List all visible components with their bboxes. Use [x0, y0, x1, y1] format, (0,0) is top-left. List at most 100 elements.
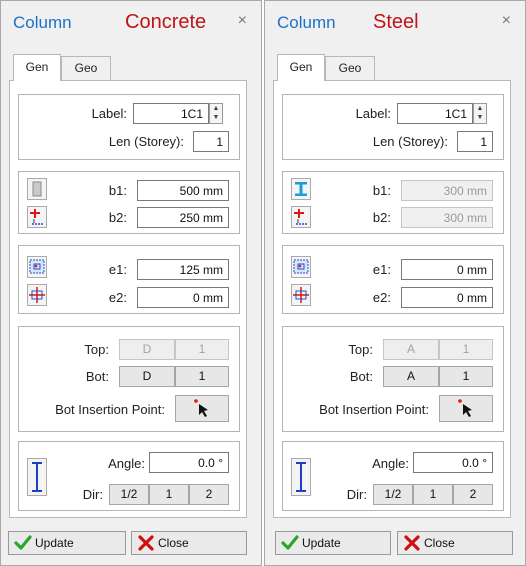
cross-icon — [136, 533, 156, 560]
tab-gen[interactable]: Gen — [277, 54, 325, 81]
bot-caption: Bot: — [349, 369, 373, 384]
chevron-up-icon: ▲ — [476, 105, 484, 112]
insertion-cross-icon — [294, 209, 308, 225]
label-group: Label: ▲ ▼ Len (Storey): — [18, 94, 240, 160]
tab-gen[interactable]: Gen — [13, 54, 61, 81]
dir-half-button[interactable]: 1/2 — [109, 484, 149, 505]
section-position-button[interactable] — [27, 206, 47, 228]
b2-input[interactable] — [137, 207, 229, 228]
rect-section-icon — [32, 181, 42, 197]
panel-title: Column — [277, 13, 336, 32]
label-input[interactable] — [397, 103, 473, 124]
bot-storey-button[interactable]: 1 — [439, 366, 493, 387]
label-input[interactable] — [133, 103, 209, 124]
column-type-label: Concrete — [125, 11, 207, 33]
levels-group: Top: A 1 Bot: A 1 Bot Insertion Point: — [282, 326, 504, 432]
update-label: Update — [35, 536, 74, 550]
e1-button[interactable] — [27, 256, 47, 278]
label-spinner[interactable]: ▲ ▼ — [473, 103, 487, 124]
update-button[interactable]: Update — [8, 531, 126, 555]
orientation-group: Angle: Dir: 1/2 1 2 — [18, 441, 240, 511]
panel-title: Column — [13, 13, 72, 32]
e1-button[interactable] — [291, 256, 311, 278]
insertion-cross-icon — [30, 209, 44, 225]
eccentricity-axis-icon — [29, 287, 45, 303]
b1-input[interactable] — [137, 180, 229, 201]
label-spinner[interactable]: ▲ ▼ — [209, 103, 223, 124]
chevron-down-icon: ▼ — [212, 114, 220, 121]
section-group: b1: b2: — [18, 171, 240, 234]
top-caption: Top: — [84, 342, 109, 357]
orientation-button[interactable] — [27, 458, 47, 496]
close-button[interactable]: Close — [131, 531, 247, 555]
label-group: Label: ▲ ▼ Len (Storey): — [282, 94, 504, 160]
close-button[interactable]: Close — [397, 531, 513, 555]
bot-storey-button[interactable]: 1 — [175, 366, 229, 387]
label-caption: Label: — [91, 106, 127, 121]
update-button[interactable]: Update — [275, 531, 391, 555]
tab-content-gen: Label: ▲ ▼ Len (Storey): — [273, 80, 511, 518]
orientation-button[interactable] — [291, 458, 311, 496]
e1-caption: e1: — [108, 262, 127, 277]
dir-2-button[interactable]: 2 — [453, 484, 493, 505]
chevron-down-icon: ▼ — [476, 114, 484, 121]
close-label: Close — [158, 536, 189, 550]
angle-caption: Angle: — [108, 456, 145, 471]
e1-input[interactable] — [137, 259, 229, 280]
dir-caption: Dir: — [82, 487, 103, 502]
section-shape-button[interactable] — [27, 178, 47, 200]
e2-button[interactable] — [27, 284, 47, 306]
length-caption: Len (Storey): — [108, 134, 184, 149]
i-beam-section-icon — [295, 182, 307, 196]
e2-button[interactable] — [291, 284, 311, 306]
insertion-point-caption: Bot Insertion Point: — [55, 402, 165, 417]
e2-input[interactable] — [401, 287, 493, 308]
angle-caption: Angle: — [372, 456, 409, 471]
b2-caption: b2: — [108, 210, 127, 225]
insertion-point-button[interactable] — [175, 395, 229, 422]
section-position-button[interactable] — [291, 206, 311, 228]
b2-caption: b2: — [372, 210, 391, 225]
dir-caption: Dir: — [346, 487, 367, 502]
vertical-arrow-icon — [32, 462, 42, 492]
top-caption: Top: — [348, 342, 373, 357]
top-storey-button[interactable]: 1 — [175, 339, 229, 360]
eccentricity-group: e1: e2: — [282, 245, 504, 314]
top-storey-button[interactable]: 1 — [439, 339, 493, 360]
close-icon[interactable]: × — [238, 12, 247, 30]
column-type-label: Steel — [373, 11, 419, 33]
eccentricity-group: e1: e2: — [18, 245, 240, 314]
dir-2-button[interactable]: 2 — [189, 484, 229, 505]
tab-geo[interactable]: Geo — [61, 56, 111, 80]
dir-half-button[interactable]: 1/2 — [373, 484, 413, 505]
checkmark-icon — [13, 533, 33, 560]
eccentricity-frame-icon — [29, 259, 45, 274]
section-shape-button[interactable] — [291, 178, 311, 200]
top-level-button[interactable]: A — [383, 339, 439, 360]
angle-input[interactable] — [149, 452, 229, 473]
bot-level-button[interactable]: D — [119, 366, 175, 387]
cross-icon — [402, 533, 422, 560]
close-icon[interactable]: × — [502, 12, 511, 30]
angle-input[interactable] — [413, 452, 493, 473]
length-input[interactable] — [457, 131, 493, 152]
dir-1-button[interactable]: 1 — [413, 484, 453, 505]
dir-1-button[interactable]: 1 — [149, 484, 189, 505]
insertion-point-button[interactable] — [439, 395, 493, 422]
section-group: b1: b2: — [282, 171, 504, 234]
e2-caption: e2: — [108, 290, 127, 305]
e2-caption: e2: — [372, 290, 391, 305]
orientation-group: Angle: Dir: 1/2 1 2 — [282, 441, 504, 511]
vertical-arrow-icon — [296, 462, 306, 492]
tab-geo[interactable]: Geo — [325, 56, 375, 80]
e1-caption: e1: — [372, 262, 391, 277]
cursor-pointer-icon — [194, 399, 208, 417]
top-level-button[interactable]: D — [119, 339, 175, 360]
cursor-pointer-icon — [458, 399, 472, 417]
panel-header: Column Concrete × — [1, 1, 261, 47]
bot-caption: Bot: — [85, 369, 109, 384]
e1-input[interactable] — [401, 259, 493, 280]
length-input[interactable] — [193, 131, 229, 152]
e2-input[interactable] — [137, 287, 229, 308]
bot-level-button[interactable]: A — [383, 366, 439, 387]
